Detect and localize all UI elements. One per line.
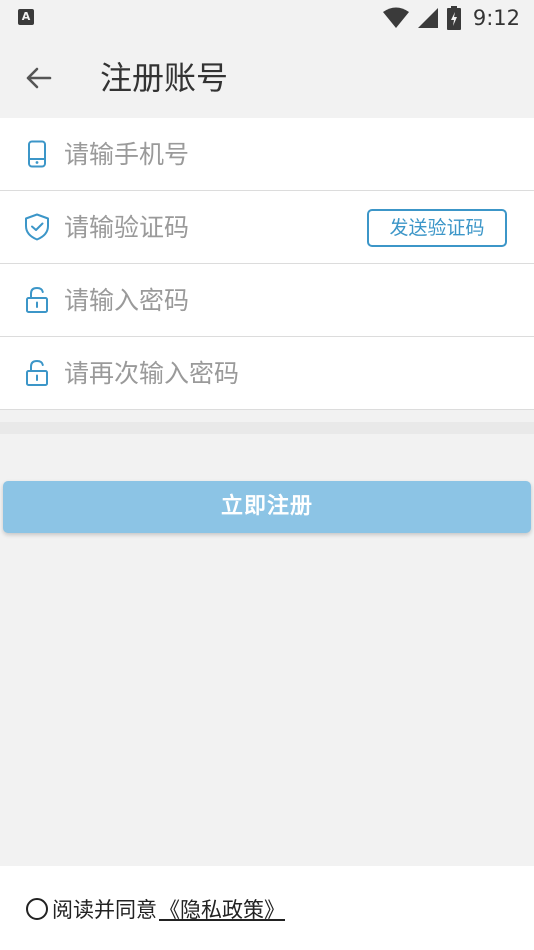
status-bar: A 9:12 (0, 0, 534, 36)
agree-radio[interactable] (26, 898, 48, 920)
page-title: 注册账号 (100, 59, 229, 97)
lock-icon (24, 358, 50, 388)
password-row (0, 264, 534, 337)
send-code-button[interactable]: 发送验证码 (367, 209, 507, 247)
agreement: 阅读并同意 《隐私政策》 (26, 894, 285, 924)
phone-icon (24, 139, 50, 169)
phone-input[interactable] (64, 132, 354, 176)
agreement-text: 阅读并同意 (52, 898, 157, 922)
phone-row (0, 118, 534, 191)
section-divider (0, 422, 534, 434)
register-form: 发送验证码 (0, 118, 534, 410)
password-confirm-row (0, 337, 534, 410)
arrow-left-icon (26, 67, 52, 89)
shield-check-icon (24, 212, 50, 242)
status-time: 9:12 (472, 6, 520, 30)
register-screen: A 9:12 注册账号 请输手机号 请输验证码 发送验证码 立即注册 阅读并同意… (0, 0, 534, 950)
register-button[interactable]: 立即注册 (3, 481, 531, 533)
status-icons: 9:12 (382, 4, 520, 32)
privacy-policy-link[interactable]: 《隐私政策》 (159, 894, 285, 924)
password-confirm-input[interactable] (64, 351, 504, 395)
back-button[interactable] (18, 58, 58, 98)
code-input[interactable] (64, 205, 354, 249)
lock-icon (24, 285, 50, 315)
password-input[interactable] (64, 278, 504, 322)
wifi-icon (382, 7, 409, 28)
battery-icon (446, 6, 461, 30)
notification-app-icon: A (18, 9, 34, 25)
code-row: 发送验证码 (0, 191, 534, 264)
signal-icon (417, 8, 438, 28)
app-header: 注册账号 (0, 36, 534, 118)
agreement-footer: 阅读并同意 《隐私政策》 (0, 866, 534, 950)
